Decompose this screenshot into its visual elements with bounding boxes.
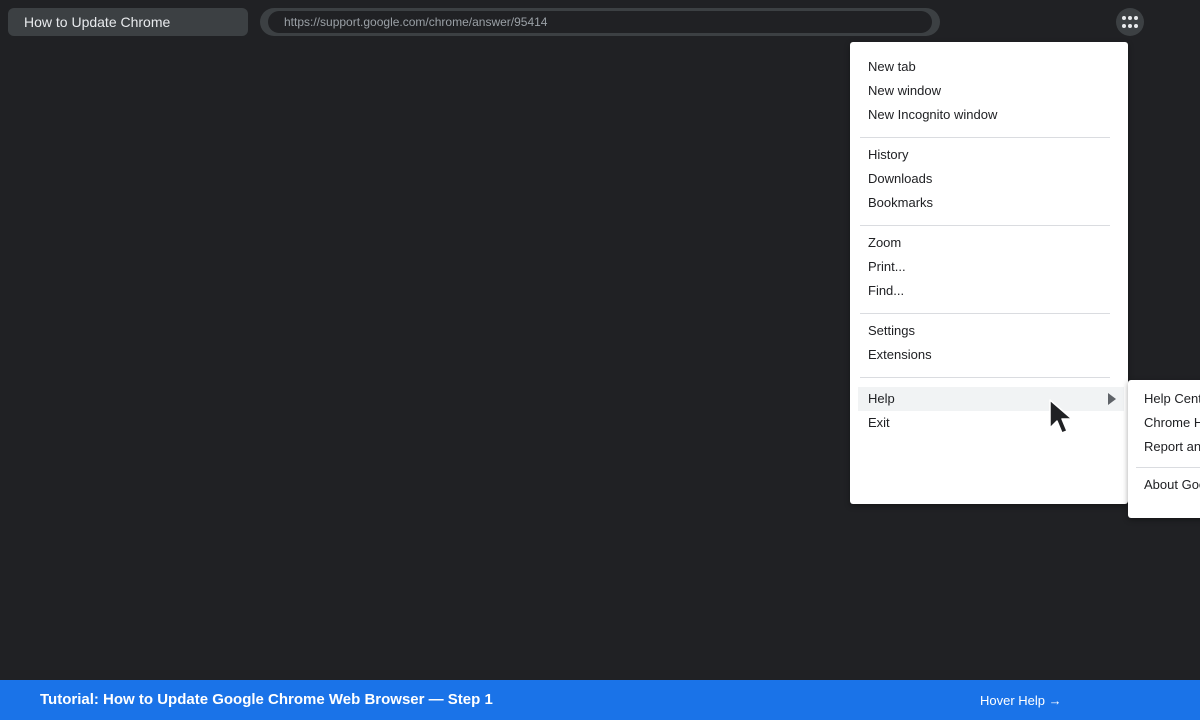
chrome-main-menu: New tab New window New Incognito window …	[850, 42, 1128, 504]
menu-item-exit[interactable]: Exit	[858, 411, 1124, 435]
address-bar[interactable]: https://support.google.com/chrome/answer…	[260, 8, 940, 36]
menu-item-find[interactable]: Find...	[858, 279, 1124, 303]
menu-item-print[interactable]: Print...	[858, 255, 1124, 279]
tutorial-step-title: Tutorial: How to Update Google Chrome We…	[40, 691, 493, 708]
address-bar-url[interactable]: https://support.google.com/chrome/answer…	[268, 11, 932, 33]
browser-window: How to Update Chrome https://support.goo…	[0, 0, 1200, 720]
submenu-divider	[1136, 467, 1200, 468]
tutorial-bar: Tutorial: How to Update Google Chrome We…	[0, 680, 1200, 720]
menu-item-help[interactable]: Help	[858, 387, 1124, 411]
help-submenu: Help Cent Chrome H Report an About Goo	[1128, 380, 1200, 518]
tab-how-to-update-chrome[interactable]: How to Update Chrome	[8, 8, 248, 36]
menu-item-new-tab[interactable]: New tab	[858, 55, 1124, 79]
mouse-pointer-icon	[1049, 399, 1073, 434]
menu-divider	[860, 313, 1110, 314]
menu-item-history[interactable]: History	[858, 143, 1124, 167]
menu-item-zoom[interactable]: Zoom	[858, 231, 1124, 255]
menu-item-help-label: Help	[868, 391, 895, 406]
submenu-arrow-icon	[1108, 393, 1116, 405]
menu-divider	[860, 377, 1110, 378]
tutorial-next-hint[interactable]: Hover Help →	[980, 680, 1062, 720]
menu-item-extensions[interactable]: Extensions	[858, 343, 1124, 367]
menu-item-downloads[interactable]: Downloads	[858, 167, 1124, 191]
menu-item-new-incognito-window[interactable]: New Incognito window	[858, 103, 1124, 127]
submenu-item-about-google-chrome[interactable]: About Goo	[1144, 473, 1200, 497]
submenu-item-chrome-help[interactable]: Chrome H	[1144, 411, 1200, 435]
menu-item-new-window[interactable]: New window	[858, 79, 1124, 103]
more-options-button[interactable]	[1116, 8, 1144, 36]
menu-divider	[860, 137, 1110, 138]
menu-divider	[860, 225, 1110, 226]
tab-title: How to Update Chrome	[24, 14, 171, 30]
submenu-item-help-center[interactable]: Help Cent	[1144, 387, 1200, 411]
submenu-item-report-an-issue[interactable]: Report an	[1144, 435, 1200, 459]
menu-item-settings[interactable]: Settings	[858, 319, 1124, 343]
menu-item-bookmarks[interactable]: Bookmarks	[858, 191, 1124, 215]
